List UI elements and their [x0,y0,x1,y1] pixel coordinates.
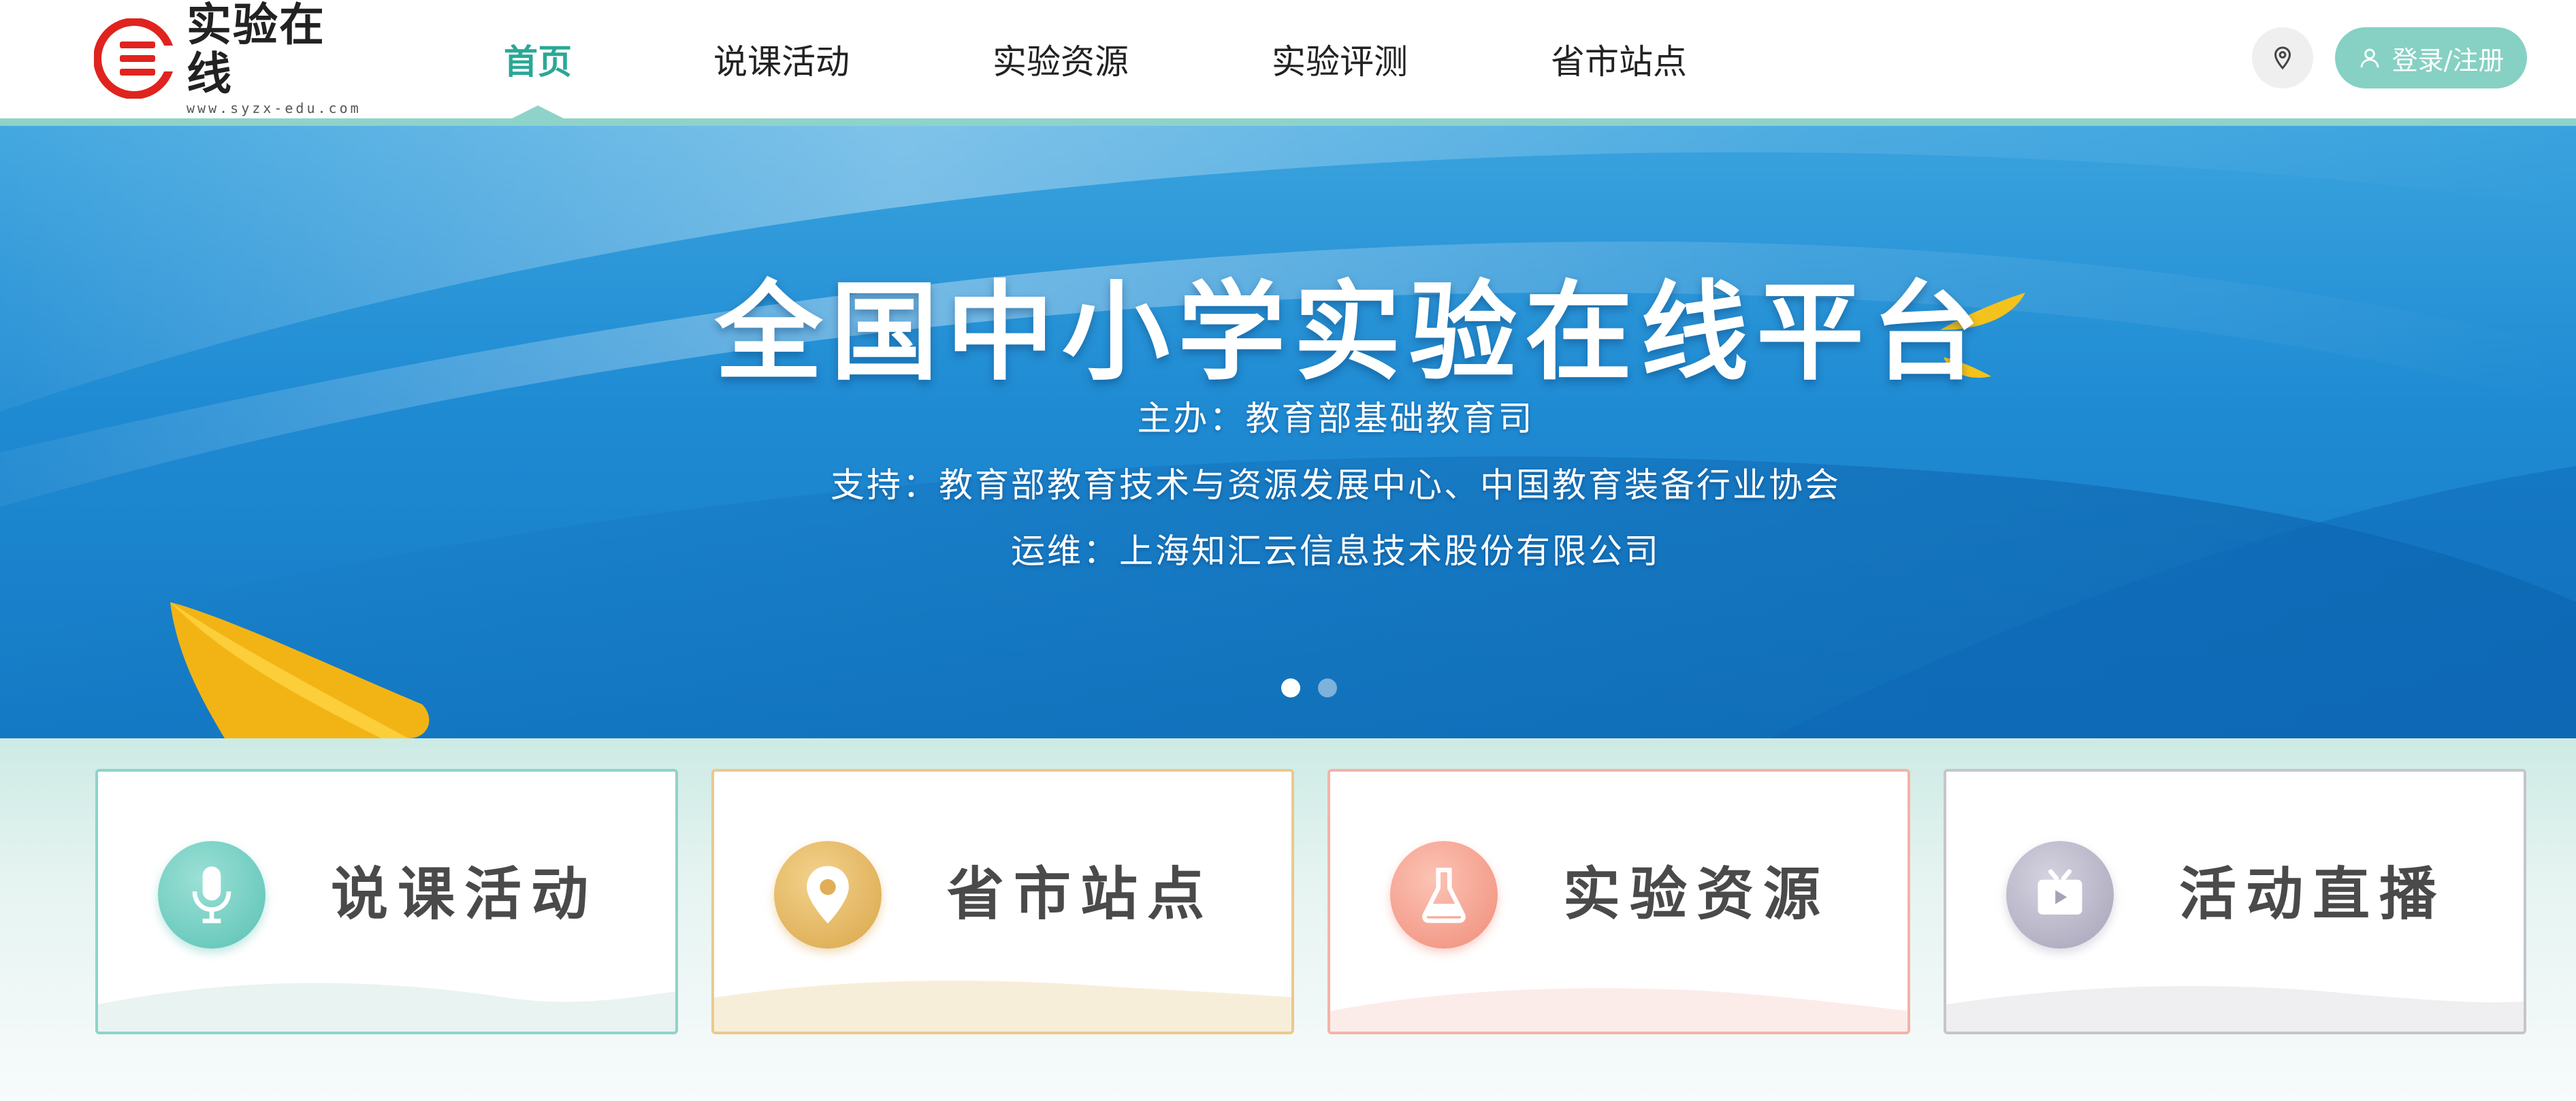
card-label: 活动直播 [2179,861,2447,927]
login-register-label: 登录/注册 [2392,45,2505,76]
card-wave-decoration [98,983,675,1032]
card-live-activities[interactable]: 活动直播 [1944,769,2526,1034]
carousel-dot-2[interactable] [1318,678,1337,697]
carousel-indicators [1281,678,1355,697]
card-icon-circle [2006,841,2114,949]
banner-operator: 运维：上海知汇云信息技术股份有限公司 [1011,531,1660,571]
header-divider [0,118,2576,126]
card-lecture-activities[interactable]: 说课活动 [95,769,678,1034]
nav-item-lecture-activities[interactable]: 说课活动 [713,0,850,118]
e-logo-icon [94,18,174,99]
location-button[interactable] [2252,27,2313,88]
hero-banner: 全国中小学实验在线平台 主办：教育部基础教育司 支持：教育部教育技术与资源发展中… [0,126,2576,738]
card-icon-circle [1390,841,1498,949]
banner-organizer: 主办：教育部基础教育司 [1137,399,1534,438]
main-nav: 首页 说课活动 实验资源 实验评测 省市站点 [504,0,1687,118]
tv-play-icon [2038,869,2082,915]
card-wave-decoration [1330,988,1907,1032]
top-header: 实验在线 www.syzx-edu.com 首页 说课活动 实验资源 实验评测 … [0,0,2576,118]
logo-url: www.syzx-edu.com [187,100,361,116]
banner-title: 全国中小学实验在线平台 [715,270,1988,395]
user-icon [2360,48,2379,68]
location-pin-icon [2274,46,2291,70]
card-icon-circle [774,841,882,949]
card-wave-decoration [1946,986,2524,1032]
location-pin-icon [807,866,849,924]
nav-item-home[interactable]: 首页 [504,0,572,118]
nav-item-provincial-sites[interactable]: 省市站点 [1551,0,1687,118]
nav-item-experiment-evaluation[interactable]: 实验评测 [1272,0,1408,118]
banner-support: 支持：教育部教育技术与资源发展中心、中国教育装备行业协会 [831,465,1841,505]
flask-icon [1422,868,1466,923]
card-wave-decoration [714,981,1291,1032]
login-register-button[interactable]: 登录/注册 [2335,27,2527,88]
microphone-icon [192,866,231,923]
carousel-dot-1[interactable] [1281,678,1300,697]
card-label: 省市站点 [947,861,1214,927]
logo-title: 实验在线 [187,0,325,100]
card-label: 实验资源 [1563,861,1831,927]
nav-item-experiment-resources[interactable]: 实验资源 [993,0,1129,118]
site-logo[interactable]: 实验在线 www.syzx-edu.com [94,1,366,116]
card-icon-circle [158,841,265,949]
card-experiment-resources[interactable]: 实验资源 [1327,769,1910,1034]
card-provincial-sites[interactable]: 省市站点 [711,769,1294,1034]
card-label: 说课活动 [331,861,598,927]
